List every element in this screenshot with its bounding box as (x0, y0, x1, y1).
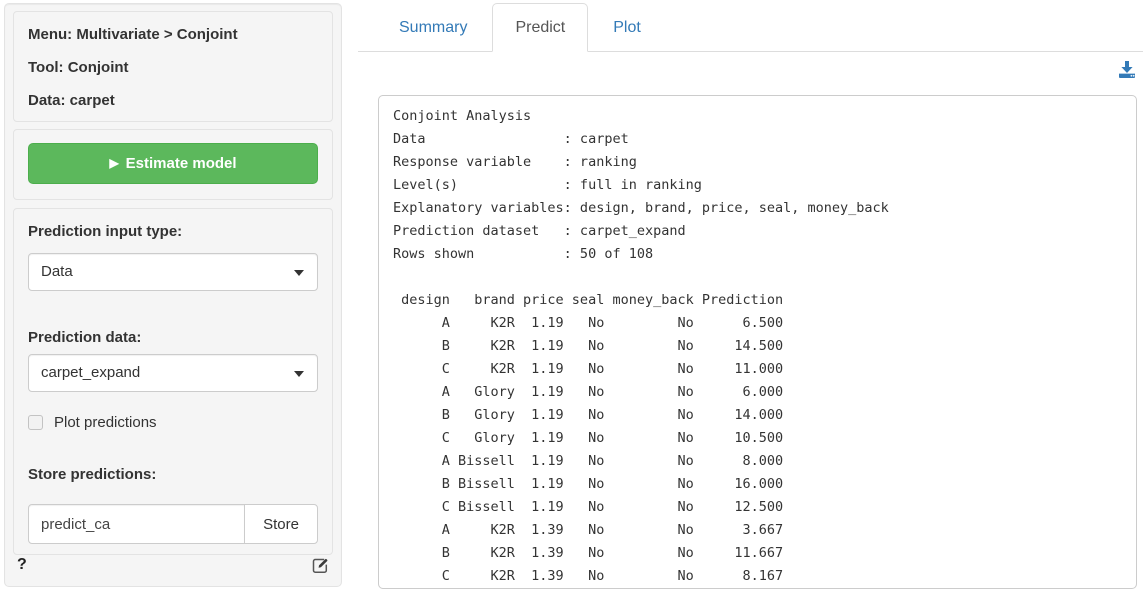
store-button[interactable]: Store (244, 504, 318, 544)
sidebar-footer: ? (17, 554, 330, 576)
estimate-panel: ▶ Estimate model (13, 129, 333, 200)
store-predictions-input[interactable] (28, 504, 245, 544)
help-icon[interactable]: ? (17, 556, 27, 574)
menu-breadcrumb: Menu: Multivariate > Conjoint (28, 25, 318, 44)
prediction-data-label: Prediction data: (28, 328, 318, 347)
caret-down-icon (294, 270, 304, 276)
prediction-input-type-value: Data (41, 263, 73, 280)
prediction-output: Conjoint Analysis Data : carpet Response… (393, 105, 1122, 588)
download-icon[interactable] (1118, 61, 1136, 78)
tab-summary[interactable]: Summary (376, 3, 490, 52)
plot-predictions-checkbox[interactable] (28, 415, 43, 430)
tab-predict[interactable]: Predict (492, 3, 588, 52)
plot-predictions-row: Plot predictions (28, 414, 318, 431)
tab-bar: Summary Predict Plot (358, 3, 1143, 52)
tab-plot[interactable]: Plot (590, 3, 664, 52)
store-predictions-group: Store (28, 504, 318, 544)
prediction-input-type-select[interactable]: Data (28, 253, 318, 291)
app-root: Menu: Multivariate > Conjoint Tool: Conj… (0, 0, 1143, 590)
data-label: Data: carpet (28, 91, 318, 110)
sidebar: Menu: Multivariate > Conjoint Tool: Conj… (4, 3, 342, 587)
play-icon: ▶ (109, 156, 118, 170)
tool-label: Tool: Conjoint (28, 58, 318, 77)
estimate-model-label: Estimate model (126, 155, 237, 172)
edit-report-icon[interactable] (311, 556, 330, 575)
prediction-input-type-label: Prediction input type: (28, 222, 318, 241)
store-predictions-label: Store predictions: (28, 465, 318, 484)
download-row (1118, 61, 1136, 79)
plot-predictions-label[interactable]: Plot predictions (54, 414, 157, 431)
prediction-data-select[interactable]: carpet_expand (28, 354, 318, 392)
prediction-data-value: carpet_expand (41, 364, 140, 381)
prediction-panel: Prediction input type: Data Prediction d… (13, 208, 333, 555)
caret-down-icon (294, 371, 304, 377)
estimate-model-button[interactable]: ▶ Estimate model (28, 143, 318, 184)
prediction-output-panel: Conjoint Analysis Data : carpet Response… (378, 95, 1137, 589)
model-info-panel: Menu: Multivariate > Conjoint Tool: Conj… (13, 11, 333, 122)
